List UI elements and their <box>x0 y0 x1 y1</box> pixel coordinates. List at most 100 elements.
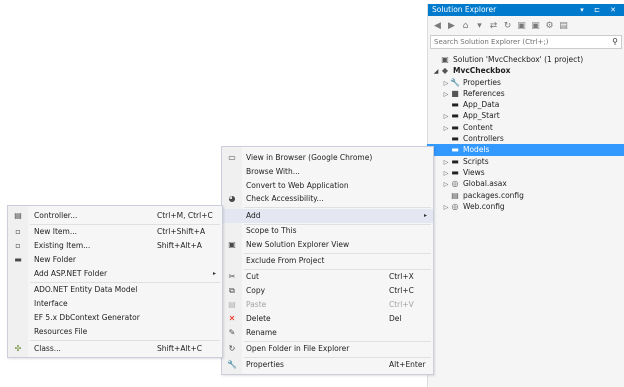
class-icon: ✣ <box>14 344 22 353</box>
menu-item-cut[interactable]: ✂ Cut Ctrl+X <box>222 270 433 284</box>
menu-item-new-item[interactable]: ▫ New Item... Ctrl+Shift+A <box>8 225 222 239</box>
project-icon: ◆ <box>441 66 449 76</box>
folder-icon: ▬ <box>451 111 459 121</box>
delete-icon: ✕ <box>228 314 236 323</box>
collapse-icon[interactable]: ↻ <box>502 21 513 31</box>
menu-item-shortcut: Shift+Alt+C <box>157 344 203 353</box>
menu-item-delete[interactable]: ✕ Delete Del <box>222 312 433 326</box>
menu-item-convert-to-web-application[interactable]: Convert to Web Application <box>222 179 433 193</box>
menu-item-shortcut: Ctrl+M, Ctrl+C <box>157 211 213 220</box>
menu-item-class[interactable]: ✣ Class... Shift+Alt+C <box>8 342 222 356</box>
folder-icon: ▬ <box>451 167 459 177</box>
controller-icon: ▤ <box>14 211 22 220</box>
tree-item-controllers[interactable]: ▬ Controllers <box>428 133 624 144</box>
menu-item-ef-dbcontext-generator[interactable]: EF 5.x DbContext Generator <box>8 311 222 325</box>
menu-item-interface[interactable]: Interface <box>8 297 222 311</box>
search-icon[interactable]: ⚲ <box>612 36 618 48</box>
menu-item-shortcut: Alt+Enter <box>389 360 426 369</box>
menu-item-ado-net-entity-data-model[interactable]: ADO.NET Entity Data Model <box>8 283 222 297</box>
solution-explorer-title-bar: Solution Explorer ▾ ⊏ ✕ <box>428 4 624 16</box>
tree-item-properties[interactable]: ▷ 🔧 Properties <box>428 77 624 88</box>
menu-separator <box>244 207 431 208</box>
solution-explorer-toolbar: ◀ ▶ ⌂ ▾ ⇄ ↻ ▣ ▣ ⚙ ▤ <box>428 16 624 35</box>
tree-item-app-data[interactable]: ▬ App_Data <box>428 99 624 110</box>
tree-item-label: Controllers <box>463 134 504 144</box>
new-item-icon: ▫ <box>15 227 21 236</box>
menu-item-properties[interactable]: 🔧 Properties Alt+Enter <box>222 358 433 372</box>
menu-item-shortcut: Del <box>389 314 402 323</box>
search-input[interactable]: Search Solution Explorer (Ctrl+;) ⚲ <box>430 35 622 49</box>
menu-item-label: Scope to This <box>246 226 297 235</box>
context-menu: ▭ View in Browser (Google Chrome) Browse … <box>221 146 434 375</box>
sync-icon[interactable]: ▾ <box>474 21 485 31</box>
back-icon[interactable]: ◀ <box>432 21 443 31</box>
tree-item-label: Models <box>463 145 490 155</box>
expand-arrow-icon[interactable]: ▷ <box>442 202 450 213</box>
copy-icon[interactable]: ▣ <box>516 21 527 31</box>
menu-item-exclude-from-project[interactable]: Exclude From Project <box>222 254 433 268</box>
tree-item-references[interactable]: ▷ ■ References <box>428 88 624 99</box>
menu-separator <box>30 340 220 341</box>
tree-item-label: Content <box>463 122 493 132</box>
menu-item-add-asp-net-folder[interactable]: Add ASP.NET Folder ▸ <box>8 267 222 281</box>
menu-item-label: Paste <box>246 300 267 309</box>
menu-item-label: View in Browser (Google Chrome) <box>246 153 373 162</box>
solution-tree: ▣ Solution 'MvcCheckbox' (1 project) ◢ ◆ Mv… <box>427 54 624 212</box>
menu-item-label: Browse With... <box>246 167 300 176</box>
preview-icon[interactable]: ▤ <box>558 21 569 31</box>
tree-item-solution[interactable]: ▣ Solution 'MvcCheckbox' (1 project) <box>428 54 624 65</box>
menu-item-rename[interactable]: ✎ Rename <box>222 326 433 340</box>
show-all-icon[interactable]: ▣ <box>530 21 541 31</box>
forward-icon[interactable]: ▶ <box>446 21 457 31</box>
menu-item-new-solution-explorer-view[interactable]: ▣ New Solution Explorer View <box>222 238 433 252</box>
menu-item-label: Add ASP.NET Folder <box>34 269 108 278</box>
menu-item-open-folder-in-file-explorer[interactable]: ↻ Open Folder in File Explorer <box>222 342 433 356</box>
menu-item-controller[interactable]: ▤ Controller... Ctrl+M, Ctrl+C <box>8 209 222 223</box>
title-buttons[interactable]: ▾ ⊏ ✕ <box>580 4 620 16</box>
menu-item-label: Controller... <box>34 211 78 220</box>
tree-item-label: Views <box>463 167 485 177</box>
menu-item-new-folder[interactable]: ▬ New Folder <box>8 253 222 267</box>
tree-item-views[interactable]: ▷ ▬ Views <box>428 167 624 178</box>
menu-item-label: Exclude From Project <box>246 256 325 265</box>
wrench-icon: 🔧 <box>450 77 460 87</box>
menu-item-label: Existing Item... <box>34 241 91 250</box>
tree-item-label: App_Data <box>463 100 500 110</box>
browser-icon: ▭ <box>228 153 236 162</box>
tree-item-scripts[interactable]: ▷ ▬ Scripts <box>428 156 624 167</box>
menu-item-existing-item[interactable]: ▫ Existing Item... Shift+Alt+A <box>8 239 222 253</box>
folder-icon: ▬ <box>451 156 459 166</box>
tree-item-label: Properties <box>463 77 501 87</box>
tree-item-packages-config[interactable]: ▤ packages.config <box>428 190 624 201</box>
solution-icon: ▣ <box>441 55 449 64</box>
tree-item-label: References <box>463 88 505 98</box>
menu-item-browse-with[interactable]: Browse With... <box>222 165 433 179</box>
menu-item-label: New Solution Explorer View <box>246 240 350 249</box>
tree-item-app-start[interactable]: ▷ ▬ App_Start <box>428 110 624 121</box>
scissors-icon: ✂ <box>228 272 236 281</box>
menu-item-scope-to-this[interactable]: Scope to This <box>222 224 433 238</box>
refresh-icon[interactable]: ⇄ <box>488 21 499 31</box>
tree-item-label: packages.config <box>463 190 524 200</box>
tree-item-web-config[interactable]: ▷ ◎ Web.config <box>428 201 624 212</box>
tree-item-project[interactable]: ◢ ◆ MvcCheckbox <box>428 65 624 76</box>
folder-icon: ▬ <box>451 134 459 144</box>
tree-item-label: App_Start <box>463 111 500 121</box>
menu-item-label: Add <box>246 211 261 220</box>
menu-item-view-in-browser[interactable]: ▭ View in Browser (Google Chrome) <box>222 151 433 165</box>
menu-item-label: Cut <box>246 272 259 281</box>
folder-icon: ▬ <box>451 100 459 110</box>
menu-item-resources-file[interactable]: Resources File <box>8 325 222 339</box>
refresh-icon: ↻ <box>228 344 236 353</box>
home-icon[interactable]: ⌂ <box>460 21 471 31</box>
menu-item-copy[interactable]: ⧉ Copy Ctrl+C <box>222 284 433 298</box>
tree-item-models[interactable]: ▬ Models <box>427 144 624 156</box>
menu-item-check-accessibility[interactable]: ◕ Check Accessibility... <box>222 192 433 206</box>
tree-item-content[interactable]: ▷ ▬ Content <box>428 122 624 133</box>
web-config-icon: ◎ <box>451 201 459 211</box>
tree-item-global-asax[interactable]: ▷ ◎ Global.asax <box>428 178 624 189</box>
tree-item-label: Global.asax <box>463 179 507 189</box>
menu-item-label: Copy <box>246 286 266 295</box>
menu-item-add[interactable]: Add ▸ <box>222 209 433 223</box>
wrench-icon[interactable]: ⚙ <box>544 21 555 31</box>
